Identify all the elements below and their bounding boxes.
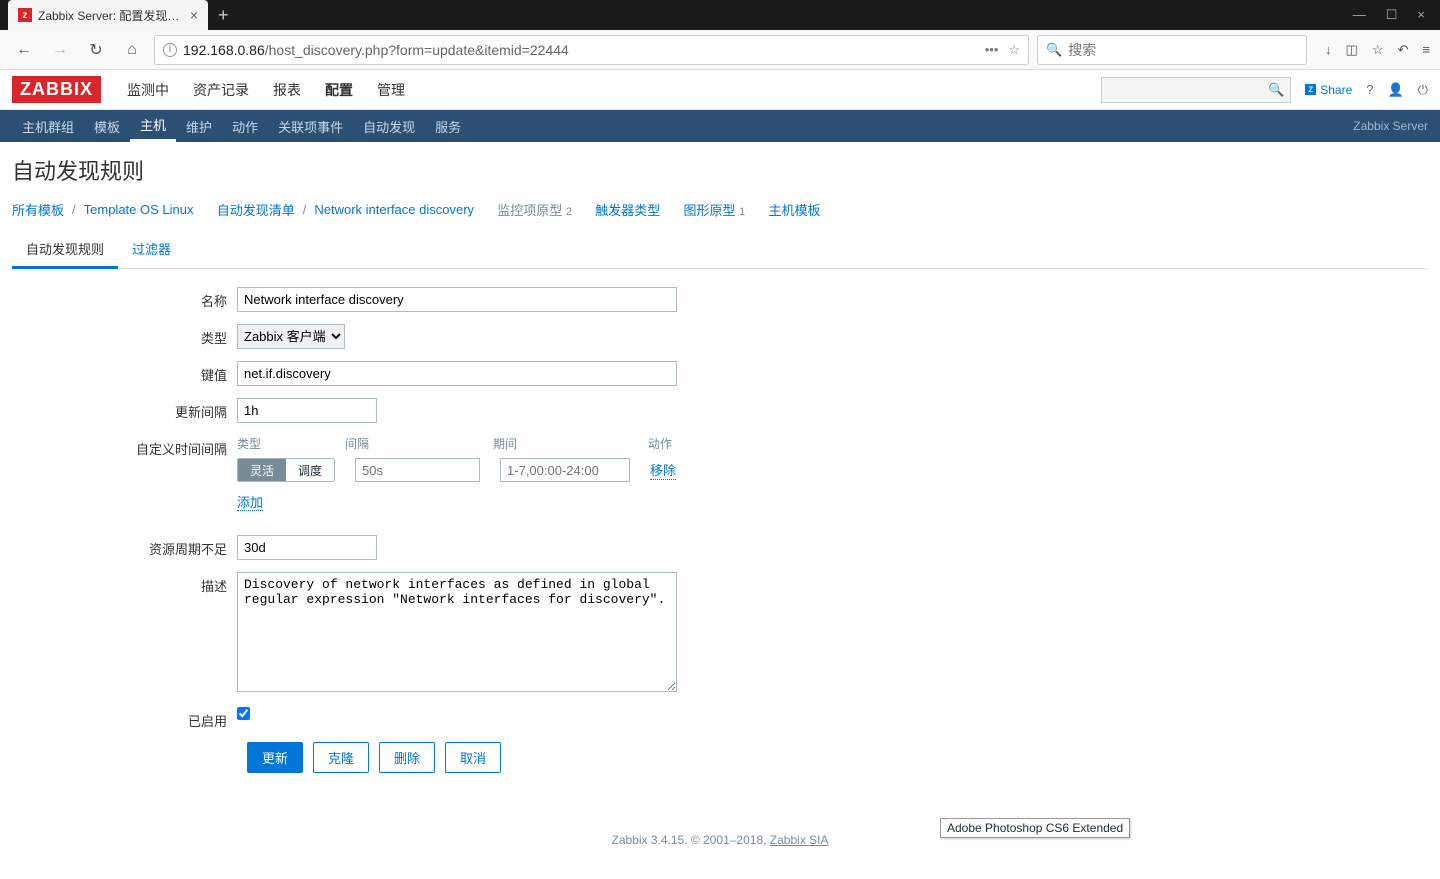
crumb-all-templates[interactable]: 所有模板 (12, 200, 64, 219)
col-type: 类型 (237, 435, 325, 452)
subnav-hosts[interactable]: 主机 (130, 110, 176, 142)
col-action: 动作 (648, 435, 688, 452)
tab-discovery-rule[interactable]: 自动发现规则 (12, 231, 118, 269)
update-button[interactable]: 更新 (247, 742, 303, 773)
zabbix-logo[interactable]: ZABBIX (12, 76, 101, 103)
label-enabled: 已启用 (12, 707, 237, 730)
col-period: 期间 (493, 435, 628, 452)
crumb-current[interactable]: Network interface discovery (314, 202, 474, 217)
cancel-button[interactable]: 取消 (445, 742, 501, 773)
nav-back-button[interactable]: ← (10, 36, 38, 64)
nav-forward-button[interactable]: → (46, 36, 74, 64)
window-minimize-icon[interactable]: — (1353, 7, 1366, 23)
menu-configuration[interactable]: 配置 (313, 70, 365, 110)
interval-type-toggle: 灵活 调度 (237, 458, 335, 482)
crumb-host-proto[interactable]: 主机模板 (769, 200, 821, 219)
subnav-actions[interactable]: 动作 (222, 110, 268, 142)
subnav-discovery[interactable]: 自动发现 (353, 110, 425, 142)
window-close-icon[interactable]: × (1417, 7, 1425, 23)
label-keep-lost: 资源周期不足 (12, 535, 237, 558)
label-type: 类型 (12, 324, 237, 347)
search-icon: 🔍 (1268, 82, 1284, 98)
tab-close-icon[interactable]: × (190, 7, 198, 23)
site-info-icon[interactable]: i (163, 43, 177, 57)
input-update-interval[interactable] (237, 398, 377, 423)
window-maximize-icon[interactable]: ☐ (1386, 7, 1398, 23)
taskbar-tooltip: Adobe Photoshop CS6 Extended (940, 818, 1130, 838)
crumb-discovery-list[interactable]: 自动发现清单 (217, 200, 295, 219)
toggle-flexible[interactable]: 灵活 (238, 459, 286, 481)
url-text: 192.168.0.86/host_discovery.php?form=upd… (183, 42, 569, 58)
footer-link[interactable]: Zabbix SIA (770, 833, 829, 847)
page-title: 自动发现规则 (12, 154, 1428, 186)
user-icon[interactable]: 👤 (1388, 82, 1404, 98)
input-name[interactable] (237, 287, 677, 312)
tab-filters[interactable]: 过滤器 (118, 231, 185, 268)
crumb-trigger-proto[interactable]: 触发器类型 (595, 200, 660, 219)
select-type[interactable]: Zabbix 客户端 (237, 324, 345, 349)
input-interval[interactable] (355, 458, 480, 482)
label-custom-interval: 自定义时间间隔 (12, 435, 237, 458)
power-icon[interactable]: ⏻ (1418, 82, 1428, 98)
checkbox-enabled[interactable] (237, 707, 250, 720)
label-name: 名称 (12, 287, 237, 310)
input-keep-lost[interactable] (237, 535, 377, 560)
label-description: 描述 (12, 572, 237, 595)
subnav-templates[interactable]: 模板 (84, 110, 130, 142)
textarea-description[interactable]: Discovery of network interfaces as defin… (237, 572, 677, 692)
menu-reports[interactable]: 报表 (261, 70, 313, 110)
clone-button[interactable]: 克隆 (313, 742, 369, 773)
tab-title: Zabbix Server: 配置发现规则 (38, 7, 184, 24)
bookmark-star-icon[interactable]: ☆ (1008, 42, 1020, 58)
crumb-template[interactable]: Template OS Linux (84, 202, 194, 217)
share-link[interactable]: zShare (1305, 83, 1352, 97)
tab-favicon: z (18, 8, 32, 22)
label-key: 键值 (12, 361, 237, 384)
subnav-hostgroups[interactable]: 主机群组 (12, 110, 84, 142)
nav-home-button[interactable]: ⌂ (118, 36, 146, 64)
subnav-maintenance[interactable]: 维护 (176, 110, 222, 142)
server-label: Zabbix Server (1353, 110, 1428, 142)
help-icon[interactable]: ? (1366, 82, 1373, 97)
undo-icon[interactable]: ↶ (1398, 42, 1409, 58)
subnav-correlation[interactable]: 关联项事件 (268, 110, 353, 142)
delete-button[interactable]: 删除 (379, 742, 435, 773)
zabbix-search-box[interactable]: 🔍 (1101, 77, 1291, 103)
page-actions-icon[interactable]: ••• (985, 42, 999, 57)
toggle-scheduling[interactable]: 调度 (286, 459, 334, 481)
crumb-item-proto[interactable]: 监控项原型 (497, 203, 562, 218)
main-menu: 监测中 资产记录 报表 配置 管理 (115, 70, 417, 110)
extension-icon[interactable]: ◫ (1346, 42, 1358, 58)
menu-inventory[interactable]: 资产记录 (181, 70, 261, 110)
col-interval: 间隔 (345, 435, 473, 452)
input-period[interactable] (500, 458, 630, 482)
downloads-icon[interactable]: ↓ (1325, 42, 1332, 57)
search-icon: 🔍 (1046, 42, 1062, 58)
new-tab-button[interactable]: + (218, 5, 229, 26)
menu-icon[interactable]: ≡ (1422, 42, 1430, 57)
breadcrumb: 所有模板 / Template OS Linux 自动发现清单 / Networ… (12, 200, 1428, 219)
nav-reload-button[interactable]: ↻ (82, 36, 110, 64)
active-arrow-icon (147, 104, 159, 110)
browser-search-input[interactable] (1068, 42, 1298, 58)
link-add[interactable]: 添加 (237, 495, 263, 511)
footer: Zabbix 3.4.15. © 2001–2018, Zabbix SIA (12, 833, 1428, 867)
menu-admin[interactable]: 管理 (365, 70, 417, 110)
label-update-interval: 更新间隔 (12, 398, 237, 421)
crumb-graph-proto[interactable]: 图形原型 1 (684, 200, 746, 219)
browser-search-box[interactable]: 🔍 (1037, 35, 1307, 65)
browser-tab[interactable]: z Zabbix Server: 配置发现规则 × (8, 0, 208, 30)
subnav-services[interactable]: 服务 (425, 110, 471, 142)
library-icon[interactable]: ☆ (1372, 42, 1384, 58)
input-key[interactable] (237, 361, 677, 386)
share-icon: z (1305, 84, 1316, 95)
link-remove[interactable]: 移除 (650, 460, 676, 480)
url-bar[interactable]: i 192.168.0.86/host_discovery.php?form=u… (154, 35, 1029, 65)
